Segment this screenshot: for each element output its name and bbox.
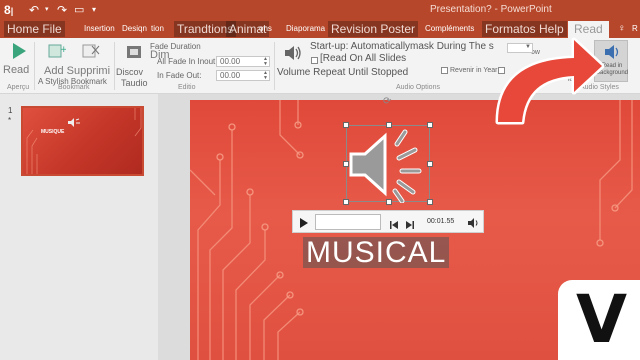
audio-time: 00:01.55 — [427, 218, 455, 225]
svg-text:+: + — [60, 45, 66, 55]
start-setting-label[interactable]: Start-up: Automaticallymask During The s — [310, 42, 494, 52]
play-icon[interactable] — [10, 42, 28, 60]
group-bookmark-label: Bookmark — [58, 84, 90, 91]
play-button[interactable] — [299, 216, 309, 228]
fade-duration-title: Fade Duration — [150, 42, 201, 51]
window-title: Presentation? - PowerPoint — [430, 4, 552, 15]
slide-transition-marker: * — [8, 116, 12, 125]
ribbon-divider — [274, 42, 275, 90]
discover-label[interactable]: Discov — [116, 67, 143, 77]
slide-number: 1 — [8, 106, 13, 115]
thumb-speaker-icon — [67, 115, 81, 127]
customize-quick-access-icon[interactable]: ▾ — [92, 2, 102, 18]
slide-title[interactable]: MUSICAL — [303, 237, 450, 268]
add-bookmark-icon[interactable]: + — [48, 43, 68, 59]
add-remove-bookmark-label[interactable]: Add Supprimi — [44, 65, 110, 77]
redo-button[interactable]: ↷ — [57, 2, 71, 18]
tab-insertion[interactable]: Insertion — [84, 21, 115, 37]
tab-review[interactable]: Revision Poster — [328, 21, 419, 37]
group-preview-label: Aperçu — [7, 84, 30, 91]
fade-out-input[interactable]: 00.00 ▲ ▼ — [216, 70, 270, 81]
resize-handle[interactable] — [386, 122, 392, 128]
resize-handle[interactable] — [427, 161, 433, 167]
undo-icon: ↶ — [29, 3, 40, 17]
fade-in-input[interactable]: 00.00 ▲ ▼ — [216, 56, 270, 67]
watermark-letter: V — [576, 281, 628, 358]
save-badge: 8 — [4, 3, 11, 17]
redo-icon: ↷ — [57, 3, 68, 17]
ribbon-divider — [34, 42, 35, 90]
play-button-label[interactable]: Read — [3, 64, 29, 76]
fade-out-label: In Fade Out: — [157, 71, 202, 80]
title-bar: 8| ↶ ▾ ↷ ▭ ▾ Presentation? - PowerPoint — [0, 0, 640, 20]
volume-icon — [468, 218, 478, 228]
tell-me-icon[interactable]: ♀ — [618, 21, 626, 37]
trim-audio-icon[interactable] — [126, 44, 142, 60]
tab-slideshow[interactable]: Diaporama — [286, 21, 325, 37]
forward-button[interactable] — [405, 217, 415, 229]
volume-repeat-label[interactable]: Volume Repeat Until Stopped — [277, 68, 408, 78]
fade-in-label: All Fade In Inout: — [157, 57, 218, 66]
spin-arrows-icon[interactable]: ▲ ▼ — [263, 71, 268, 81]
resize-handle[interactable] — [427, 199, 433, 205]
watermark-logo: V — [558, 280, 640, 360]
circuit-pattern-icon — [26, 108, 142, 174]
remove-bookmark-icon[interactable] — [82, 43, 100, 59]
thumb-slide-title: MUSIQUE — [41, 129, 65, 135]
slideshow-icon[interactable]: ▭ — [74, 2, 86, 18]
tab-addins[interactable]: Compléments — [425, 21, 474, 37]
rotate-handle-icon[interactable]: ⟳ — [383, 97, 393, 107]
undo-dropdown-icon[interactable]: ▾ — [45, 2, 53, 18]
resize-handle[interactable] — [343, 122, 349, 128]
rewind-checkbox[interactable] — [441, 67, 448, 74]
resize-handle[interactable] — [343, 161, 349, 167]
play-across-slides-label: [Read On All Slides — [320, 53, 407, 64]
mute-button[interactable] — [467, 216, 479, 228]
save-button[interactable]: 8| — [4, 2, 24, 18]
tab-home-file[interactable]: Home File — [4, 21, 65, 37]
spin-arrows-icon[interactable]: ▲ ▼ — [263, 57, 268, 67]
tab-design[interactable]: Desiqn — [122, 21, 147, 37]
volume-icon[interactable] — [283, 44, 303, 62]
resize-handle[interactable] — [386, 199, 392, 205]
undo-button[interactable]: ↶ — [29, 2, 45, 18]
speaker-icon — [349, 129, 422, 203]
audio-object-selection[interactable] — [343, 122, 433, 205]
tab-design-suffix: tion — [151, 24, 164, 33]
play-across-slides-checkbox[interactable] — [311, 57, 318, 64]
resize-handle[interactable] — [427, 122, 433, 128]
tab-overflow[interactable]: R — [632, 21, 638, 37]
powerpoint-window: 8| ↶ ▾ ↷ ▭ ▾ Presentation? - PowerPoint … — [0, 0, 640, 360]
skip-back-icon — [390, 221, 398, 229]
audio-progress-bar[interactable] — [315, 214, 381, 230]
group-editing-label: Editio — [178, 84, 196, 91]
resize-handle[interactable] — [343, 199, 349, 205]
slide-thumbnail[interactable]: MUSIQUE — [21, 106, 144, 176]
group-audio-options-label: Audio Options — [396, 84, 440, 91]
tab-animations-suffix: ons — [259, 24, 272, 33]
audio-player: 00:01.55 — [292, 210, 484, 233]
skip-forward-icon — [406, 221, 414, 229]
trim-audio-label[interactable]: Taudio — [121, 78, 148, 88]
play-icon — [300, 218, 308, 228]
ribbon-divider — [114, 42, 115, 90]
rewind-button[interactable] — [389, 217, 399, 229]
callout-arrow-icon — [495, 37, 605, 125]
